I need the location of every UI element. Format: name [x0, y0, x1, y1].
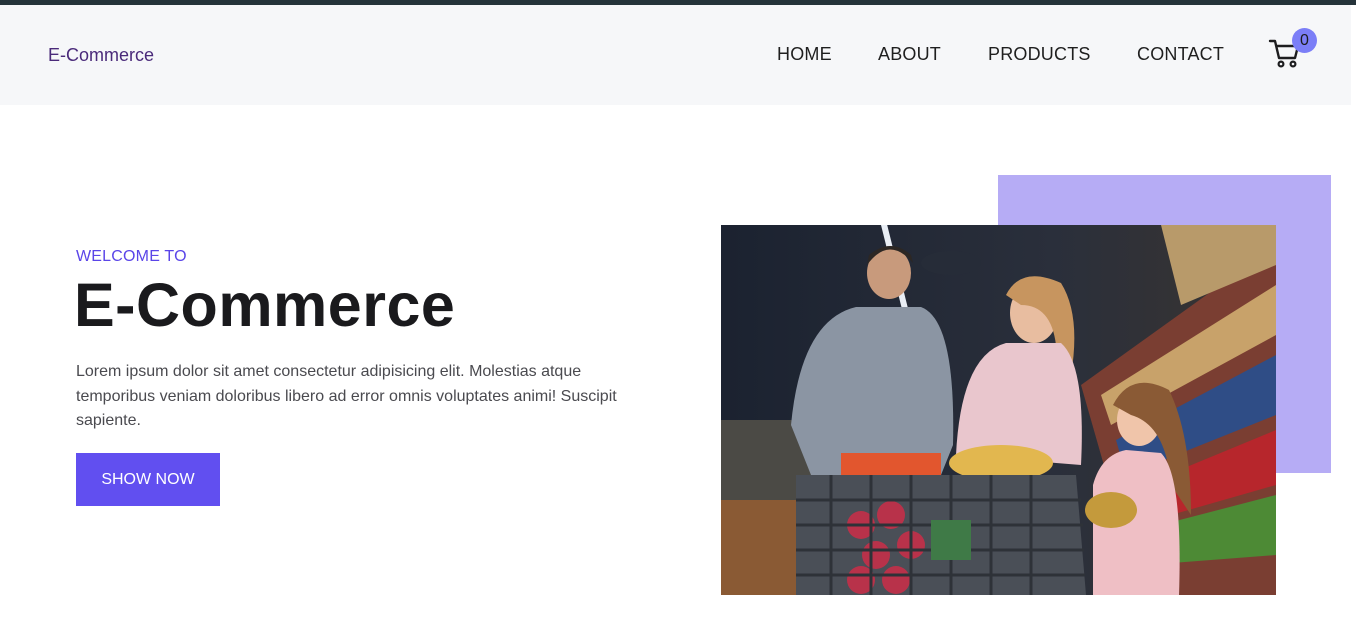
nav-link-about[interactable]: ABOUT	[878, 44, 941, 65]
show-now-button[interactable]: SHOW NOW	[76, 453, 220, 506]
hero-eyebrow: WELCOME TO	[76, 248, 187, 265]
brand-logo-link[interactable]: E-Commerce	[48, 45, 154, 66]
nav-link-products[interactable]: PRODUCTS	[988, 44, 1091, 65]
hero-image-family-shopping	[721, 225, 1276, 595]
nav-link-contact[interactable]: CONTACT	[1137, 44, 1224, 65]
cart-count-badge: 0	[1292, 28, 1317, 53]
cart-button[interactable]: 0	[1268, 28, 1317, 73]
navbar: E-Commerce HOME ABOUT PRODUCTS CONTACT 0	[0, 5, 1351, 105]
hero-title: E-Commerce	[74, 271, 456, 339]
hero-description: Lorem ipsum dolor sit amet consectetur a…	[76, 363, 617, 429]
nav-link-home[interactable]: HOME	[777, 44, 832, 65]
